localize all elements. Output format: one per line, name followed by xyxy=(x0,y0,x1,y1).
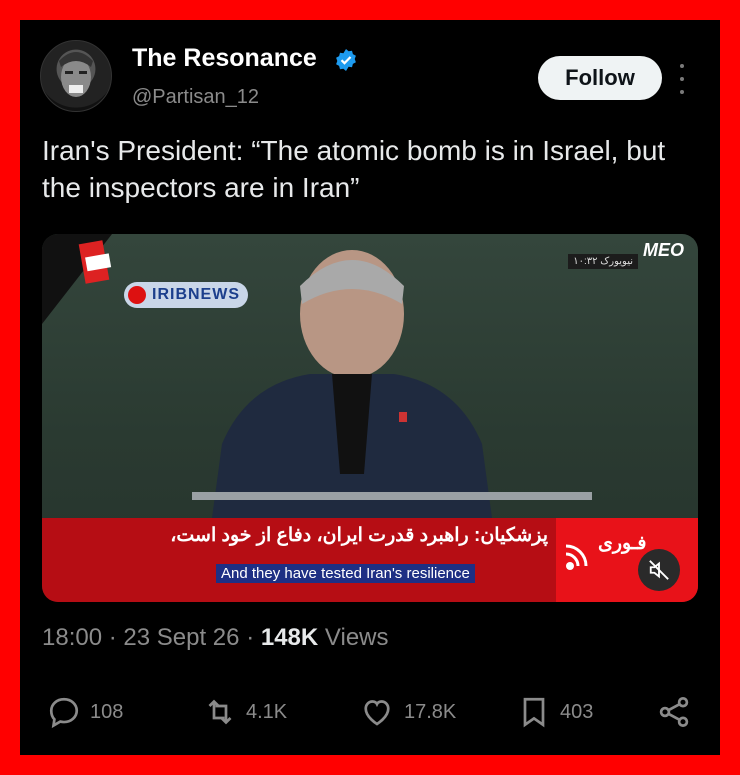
tweet-meta: 18:00 · 23 Sept 26 · 148K Views xyxy=(42,624,389,652)
avatar-face-icon xyxy=(59,52,93,97)
channel-label: IRIBNEWS xyxy=(152,286,240,303)
breaking-label: فـوری xyxy=(598,533,647,554)
news-headline: پزشکیان: راهبرد قدرت ایران، دفاع از خود … xyxy=(170,525,548,546)
bookmark-icon xyxy=(523,697,545,728)
author-handle[interactable]: @Partisan_12 xyxy=(132,86,259,109)
share-icon xyxy=(659,697,689,727)
meo-logo: MEO xyxy=(642,240,684,260)
verified-badge-icon xyxy=(336,49,356,71)
author-name[interactable]: The Resonance xyxy=(132,44,317,73)
reply-count: 108 xyxy=(90,700,124,723)
like-count: 17.8K xyxy=(404,700,457,723)
repost-button[interactable]: 4.1K xyxy=(202,694,287,730)
mute-button[interactable] xyxy=(638,549,680,591)
record-dot-icon xyxy=(128,286,146,304)
broadcast-clock: نیویورک ۱۰:۳۲ xyxy=(568,254,638,269)
views-count: 148K xyxy=(260,624,319,651)
bookmark-count: 403 xyxy=(560,700,594,723)
like-button[interactable]: 17.8K xyxy=(358,694,456,730)
meta-separator: · xyxy=(108,624,117,651)
speaker-muted-icon xyxy=(649,560,669,580)
tweet-text: Iran's President: “The atomic bomb is in… xyxy=(42,135,666,203)
tweet-card: The Resonance @Partisan_12 Follow Iran's… xyxy=(20,20,720,755)
broadcast-signal-icon xyxy=(565,544,588,570)
action-bar: 108 4.1K 17.8K 403 xyxy=(20,688,720,738)
repost-count: 4.1K xyxy=(246,700,288,723)
bookmark-button[interactable]: 403 xyxy=(516,694,593,730)
follow-button[interactable]: Follow xyxy=(538,56,662,100)
channel-badge: IRIBNEWS xyxy=(124,282,248,308)
share-button[interactable] xyxy=(656,694,700,730)
video-subtitle: And they have tested Iran's resilience xyxy=(216,564,475,583)
meta-separator: · xyxy=(246,624,255,651)
more-options-icon[interactable] xyxy=(676,64,688,94)
tweet-date[interactable]: 23 Sept 26 xyxy=(123,624,239,651)
avatar[interactable] xyxy=(40,40,112,112)
tweet-time[interactable]: 18:00 xyxy=(42,624,102,651)
video-player[interactable]: IRIBNEWS MEO نیویورک ۱۰:۳۲ پزشکیان: راهب… xyxy=(42,234,698,602)
reply-button[interactable]: 108 xyxy=(46,694,123,730)
repost-icon xyxy=(208,699,232,725)
reply-icon xyxy=(49,697,79,729)
heart-icon xyxy=(364,700,390,726)
views-label: Views xyxy=(324,624,389,651)
